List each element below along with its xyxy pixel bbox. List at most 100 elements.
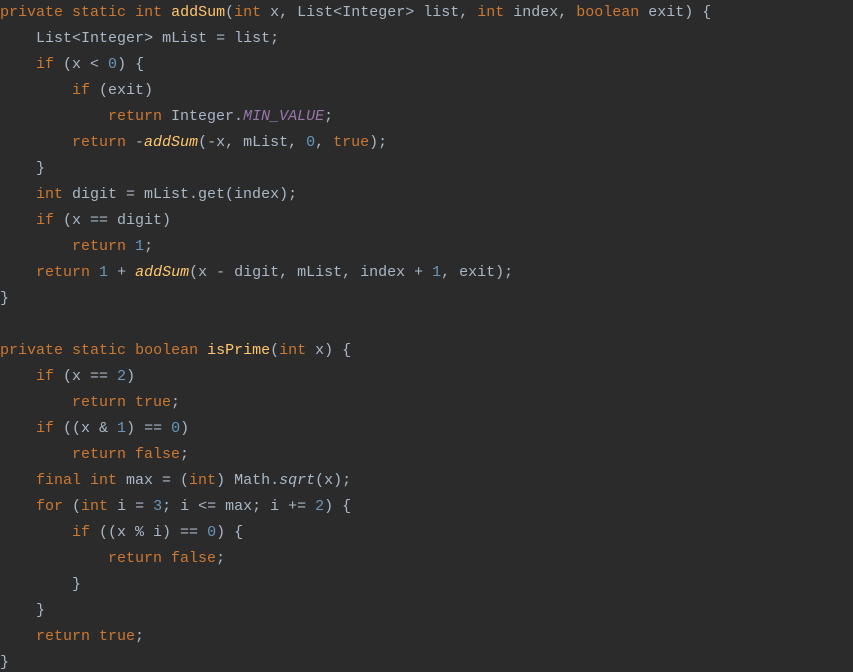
token-punct: ; (216, 550, 225, 567)
token-punct: (x - digit, mList, index + (189, 264, 432, 281)
token-punct: ((x % i) == (90, 524, 207, 541)
token-punct (63, 4, 72, 21)
token-type: List (36, 30, 72, 47)
code-line[interactable]: } (0, 598, 853, 624)
token-punct: } (0, 290, 9, 307)
token-punct: digit = mList.get(index); (63, 186, 297, 203)
token-punct: (x == digit) (54, 212, 171, 229)
code-line[interactable]: private static boolean isPrime(int x) { (0, 338, 853, 364)
code-line[interactable]: return true; (0, 624, 853, 650)
token-num: 0 (171, 420, 180, 437)
token-punct: (-x, mList, (198, 134, 306, 151)
code-line[interactable]: for (int i = 3; i <= max; i += 2) { (0, 494, 853, 520)
code-line[interactable]: return false; (0, 546, 853, 572)
token-fn: addSum (171, 4, 225, 21)
token-punct (0, 550, 108, 567)
code-line[interactable]: if (exit) (0, 78, 853, 104)
token-punct: index, (504, 4, 576, 21)
token-punct: (x == (54, 368, 117, 385)
code-line[interactable]: return Integer.MIN_VALUE; (0, 104, 853, 130)
token-fncall-italic: addSum (144, 134, 198, 151)
code-line[interactable]: return 1 + addSum(x - digit, mList, inde… (0, 260, 853, 286)
code-line[interactable]: return -addSum(-x, mList, 0, true); (0, 130, 853, 156)
code-line[interactable]: return 1; (0, 234, 853, 260)
token-kw: static (72, 4, 126, 21)
code-line[interactable]: return true; (0, 390, 853, 416)
token-kw: int (81, 498, 108, 515)
token-kw: boolean (576, 4, 639, 21)
token-punct: } (0, 654, 9, 671)
token-punct (0, 498, 36, 515)
token-punct (126, 4, 135, 21)
code-line[interactable]: final int max = (int) Math.sqrt(x); (0, 468, 853, 494)
code-editor[interactable]: private static int addSum(int x, List<In… (0, 0, 853, 672)
code-line[interactable]: } (0, 286, 853, 312)
token-kw: private (0, 4, 63, 21)
code-line[interactable]: } (0, 650, 853, 672)
code-line[interactable]: return false; (0, 442, 853, 468)
token-punct: ; (171, 394, 180, 411)
token-punct (0, 108, 108, 125)
code-line[interactable]: } (0, 572, 853, 598)
token-punct: < (333, 4, 342, 21)
code-line[interactable]: if ((x % i) == 0) { (0, 520, 853, 546)
token-punct (0, 238, 72, 255)
code-line[interactable]: if (x == 2) (0, 364, 853, 390)
token-num: 2 (315, 498, 324, 515)
token-num: 1 (432, 264, 441, 281)
code-line[interactable]: if ((x & 1) == 0) (0, 416, 853, 442)
token-kw: return true (36, 628, 135, 645)
token-punct: ) (126, 368, 135, 385)
token-kw: return (36, 264, 90, 281)
token-num: 0 (207, 524, 216, 541)
code-line[interactable]: List<Integer> mList = list; (0, 26, 853, 52)
token-kw: return false (108, 550, 216, 567)
token-num: 0 (306, 134, 315, 151)
code-line[interactable] (0, 312, 853, 338)
code-line[interactable]: if (x < 0) { (0, 52, 853, 78)
token-punct (162, 4, 171, 21)
token-punct: , (315, 134, 333, 151)
token-punct: ; (324, 108, 333, 125)
token-num: 1 (99, 264, 108, 281)
token-kw: true (333, 134, 369, 151)
token-kw: return (108, 108, 162, 125)
token-punct (198, 342, 207, 359)
token-punct: + (108, 264, 135, 281)
token-punct: ) (180, 420, 189, 437)
token-punct: ; (135, 628, 144, 645)
token-punct (0, 368, 36, 385)
token-kw: int (279, 342, 306, 359)
token-type: List (297, 4, 333, 21)
token-kw: int (234, 4, 261, 21)
token-punct: i = (108, 498, 153, 515)
code-line[interactable]: } (0, 156, 853, 182)
token-punct: } (0, 576, 81, 593)
token-punct: exit) { (639, 4, 711, 21)
code-line[interactable]: private static int addSum(int x, List<In… (0, 0, 853, 26)
token-kw: static (72, 342, 126, 359)
token-punct (0, 82, 72, 99)
token-punct (90, 264, 99, 281)
token-punct: , exit); (441, 264, 513, 281)
token-punct: ((x & (54, 420, 117, 437)
token-punct (0, 56, 36, 73)
token-kw: return true (72, 394, 171, 411)
token-punct: ) Math. (216, 472, 279, 489)
token-kw: return (72, 238, 126, 255)
token-punct (0, 446, 72, 463)
token-kw: if (36, 368, 54, 385)
token-punct: ; (144, 238, 153, 255)
code-line[interactable]: if (x == digit) (0, 208, 853, 234)
token-punct (0, 628, 36, 645)
token-punct: (x); (315, 472, 351, 489)
token-kw: if (36, 56, 54, 73)
token-punct: x) { (306, 342, 351, 359)
token-kw: int (189, 472, 216, 489)
token-punct (0, 212, 36, 229)
token-punct (0, 524, 72, 541)
token-punct: (x < (54, 56, 108, 73)
code-line[interactable]: int digit = mList.get(index); (0, 182, 853, 208)
token-punct: - (126, 134, 144, 151)
token-num: 2 (117, 368, 126, 385)
